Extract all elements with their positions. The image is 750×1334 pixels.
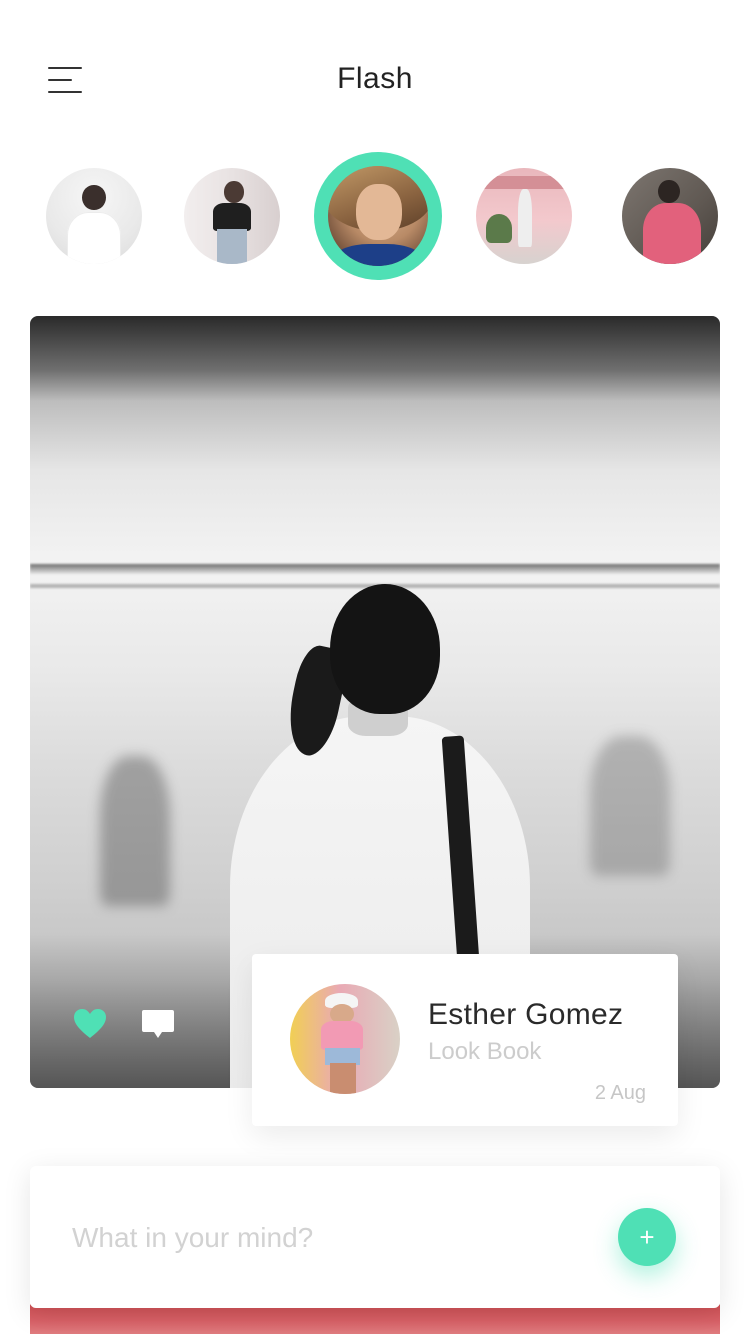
avatar xyxy=(290,984,400,1094)
background-passenger xyxy=(590,736,670,876)
comment-icon[interactable] xyxy=(140,1008,176,1042)
story-avatar-active[interactable] xyxy=(314,152,442,280)
post-date: 2 Aug xyxy=(594,1082,646,1104)
avatar xyxy=(328,166,428,266)
author-subtitle: Look Book xyxy=(428,1038,542,1065)
train-window-line xyxy=(30,564,720,574)
story-avatar-5[interactable] xyxy=(622,168,718,264)
subject-hair xyxy=(330,584,440,714)
page-title: Flash xyxy=(337,62,413,95)
author-avatar[interactable] xyxy=(290,984,400,1094)
avatar xyxy=(46,168,142,264)
avatar xyxy=(476,168,572,264)
story-avatar-2[interactable] xyxy=(184,168,280,264)
avatar xyxy=(184,168,280,264)
background-passenger xyxy=(100,756,170,906)
flash-feed-screen: Flash Esther Gomez Look Book 2 Aug What … xyxy=(0,0,750,1334)
author-card[interactable]: Esther Gomez Look Book 2 Aug xyxy=(252,954,678,1126)
story-avatar-1[interactable] xyxy=(46,168,142,264)
add-post-button[interactable]: + xyxy=(618,1208,676,1266)
avatar xyxy=(622,168,718,264)
post-input[interactable] xyxy=(72,1214,552,1262)
story-avatar-4[interactable] xyxy=(476,168,572,264)
author-name[interactable]: Esther Gomez xyxy=(428,998,623,1032)
heart-icon[interactable] xyxy=(72,1008,108,1040)
composer: + xyxy=(30,1166,720,1308)
